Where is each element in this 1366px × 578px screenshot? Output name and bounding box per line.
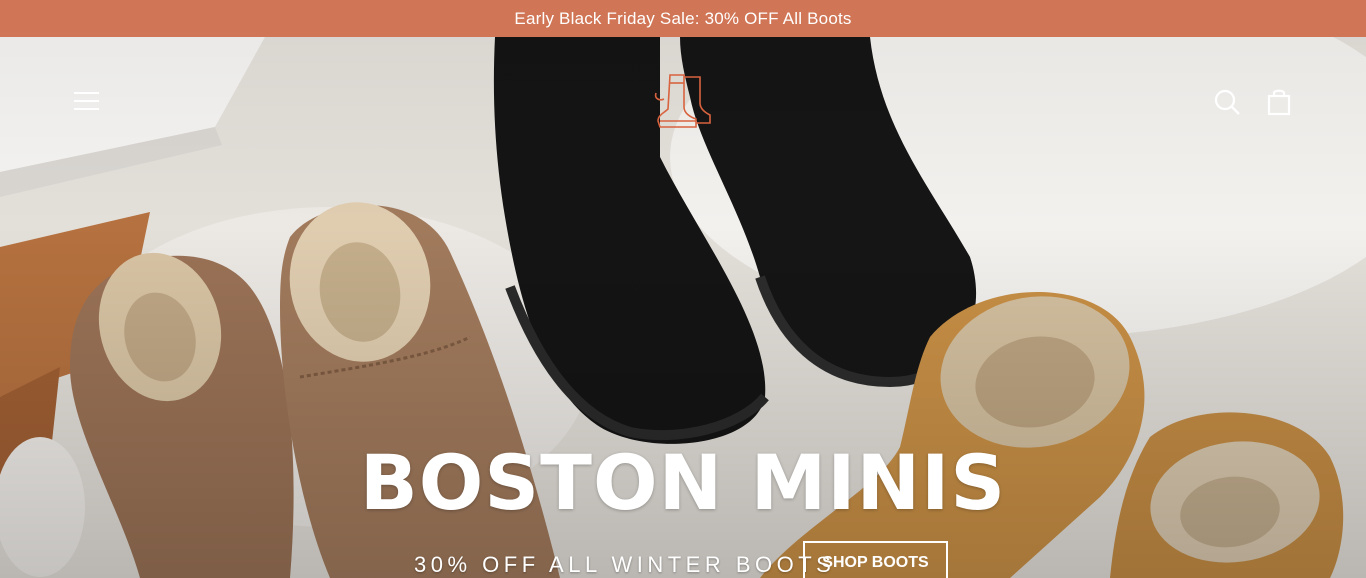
search-button[interactable] bbox=[1212, 87, 1242, 117]
hero-banner: BOSTON MINIS 30% OFF ALL WINTER BOOTS SH… bbox=[0, 37, 1366, 578]
search-icon bbox=[1214, 89, 1240, 115]
hero-title: BOSTON MINIS bbox=[359, 438, 1007, 527]
hero-subtitle: 30% OFF ALL WINTER BOOTS bbox=[414, 552, 836, 577]
announcement-bar: Early Black Friday Sale: 30% OFF All Boo… bbox=[0, 0, 1366, 37]
announcement-text: Early Black Friday Sale: 30% OFF All Boo… bbox=[514, 8, 852, 28]
shopping-bag-icon bbox=[1267, 89, 1291, 116]
boots-logo-icon bbox=[654, 74, 711, 128]
store-logo[interactable] bbox=[650, 69, 716, 133]
shop-boots-button[interactable]: SHOP BOOTS bbox=[803, 541, 948, 578]
cart-button[interactable] bbox=[1264, 87, 1294, 117]
menu-button[interactable] bbox=[72, 89, 102, 113]
hamburger-menu-icon bbox=[74, 92, 99, 110]
